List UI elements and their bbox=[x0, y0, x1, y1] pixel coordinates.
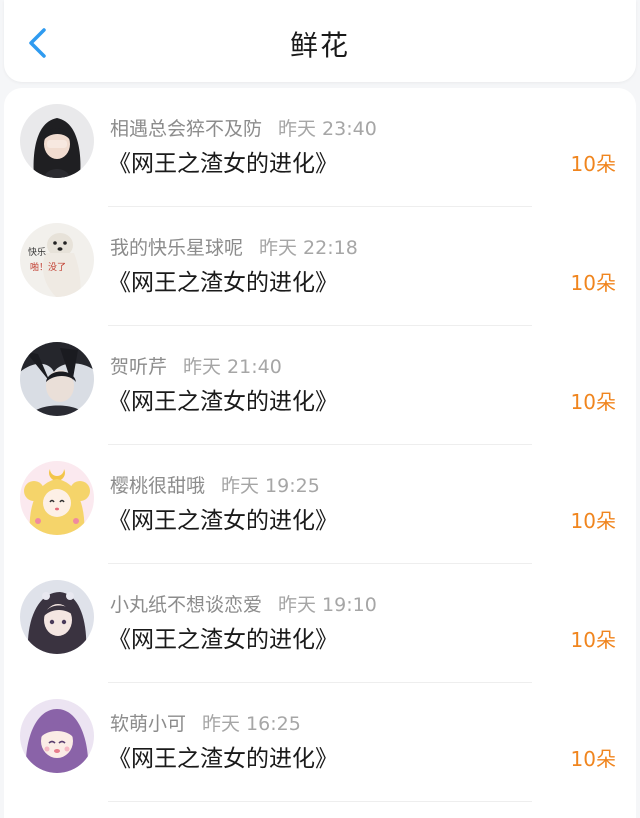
nav-header: 鲜花 bbox=[4, 0, 636, 82]
avatar-dog-meme-icon[interactable]: 快乐 啪！没了 bbox=[20, 223, 94, 297]
list-item[interactable]: 软萌小可 昨天 16:25 《网王之渣女的进化》 10朵 bbox=[4, 683, 636, 802]
avatar-sailor-moon-icon[interactable] bbox=[20, 461, 94, 535]
user-meta: 樱桃很甜哦 昨天 19:25 bbox=[110, 471, 320, 498]
avatar-anime-boy-icon[interactable] bbox=[20, 342, 94, 416]
list-item[interactable]: 小丸纸不想谈恋爱 昨天 19:10 《网王之渣女的进化》 10朵 bbox=[4, 564, 636, 683]
list-item[interactable]: 快乐 啪！没了 我的快乐星球呢 昨天 22:18 《网王之渣女的进化》 10朵 bbox=[4, 207, 636, 326]
flower-count: 10朵 bbox=[570, 152, 616, 176]
avatar-girl-dark-hair-icon[interactable] bbox=[20, 104, 94, 178]
timestamp: 昨天 23:40 bbox=[278, 118, 377, 140]
user-meta: 贺听芹 昨天 21:40 bbox=[110, 352, 282, 379]
flower-count: 10朵 bbox=[570, 747, 616, 771]
user-name[interactable]: 樱桃很甜哦 bbox=[110, 475, 205, 497]
page-title: 鲜花 bbox=[289, 29, 350, 62]
book-title-link[interactable]: 《网王之渣女的进化》 bbox=[108, 382, 338, 416]
user-name[interactable]: 软萌小可 bbox=[110, 713, 186, 735]
avatar-purple-hair-girl-icon[interactable] bbox=[20, 699, 94, 773]
book-title-link[interactable]: 《网王之渣女的进化》 bbox=[108, 501, 338, 535]
book-title-link[interactable]: 《网王之渣女的进化》 bbox=[108, 263, 338, 297]
user-name[interactable]: 相遇总会猝不及防 bbox=[110, 118, 262, 140]
user-meta: 相遇总会猝不及防 昨天 23:40 bbox=[110, 114, 377, 141]
user-meta: 我的快乐星球呢 昨天 22:18 bbox=[110, 233, 358, 260]
flower-count: 10朵 bbox=[570, 628, 616, 652]
timestamp: 昨天 19:10 bbox=[278, 594, 377, 616]
timestamp: 昨天 21:40 bbox=[183, 356, 282, 378]
user-name[interactable]: 贺听芹 bbox=[110, 356, 167, 378]
meme-text-1: 快乐 bbox=[28, 246, 46, 258]
book-title-link[interactable]: 《网王之渣女的进化》 bbox=[108, 144, 338, 178]
meme-text-2: 啪！没了 bbox=[30, 261, 66, 273]
book-title-link[interactable]: 《网王之渣女的进化》 bbox=[108, 739, 338, 773]
user-name[interactable]: 小丸纸不想谈恋爱 bbox=[110, 594, 262, 616]
flower-count: 10朵 bbox=[570, 390, 616, 414]
list-item[interactable]: 樱桃很甜哦 昨天 19:25 《网王之渣女的进化》 10朵 bbox=[4, 445, 636, 564]
timestamp: 昨天 19:25 bbox=[221, 475, 320, 497]
flower-count: 10朵 bbox=[570, 509, 616, 533]
flower-count: 10朵 bbox=[570, 271, 616, 295]
user-meta: 小丸纸不想谈恋爱 昨天 19:10 bbox=[110, 590, 377, 617]
flower-list: 相遇总会猝不及防 昨天 23:40 《网王之渣女的进化》 10朵 快乐 啪！没了 … bbox=[4, 88, 636, 818]
timestamp: 昨天 22:18 bbox=[259, 237, 358, 259]
list-item[interactable]: 贺听芹 昨天 21:40 《网王之渣女的进化》 10朵 bbox=[4, 326, 636, 445]
user-meta: 软萌小可 昨天 16:25 bbox=[110, 709, 301, 736]
avatar-anime-girl-icon[interactable] bbox=[20, 580, 94, 654]
book-title-link[interactable]: 《网王之渣女的进化》 bbox=[108, 620, 338, 654]
list-item[interactable]: 相遇总会猝不及防 昨天 23:40 《网王之渣女的进化》 10朵 bbox=[4, 88, 636, 207]
timestamp: 昨天 16:25 bbox=[202, 713, 301, 735]
user-name[interactable]: 我的快乐星球呢 bbox=[110, 237, 243, 259]
